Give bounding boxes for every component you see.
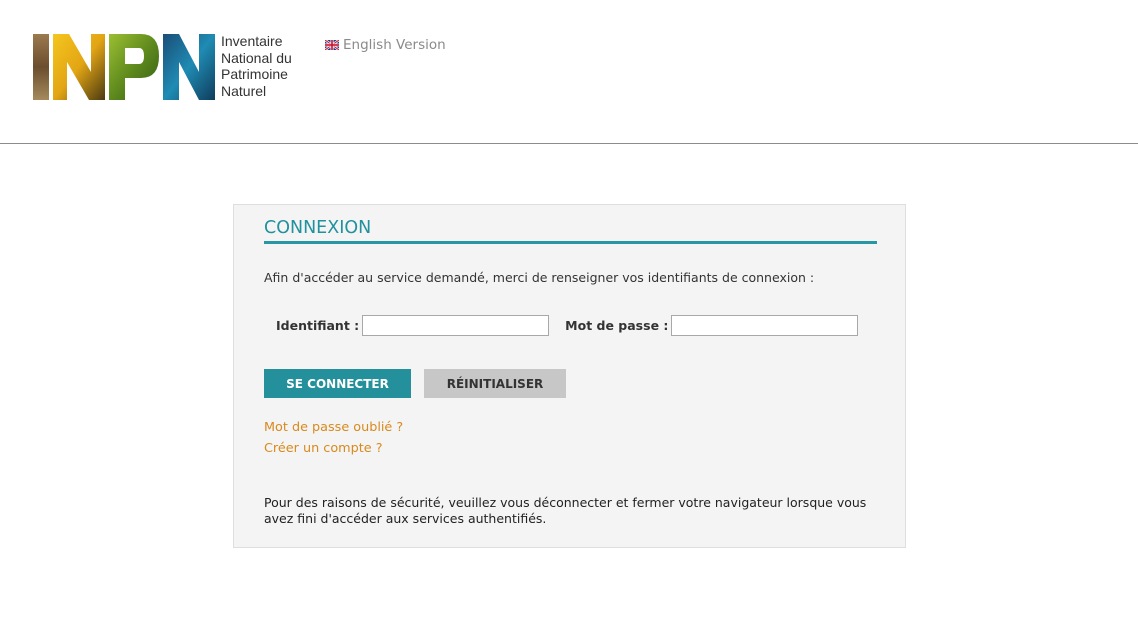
password-label: Mot de passe :	[565, 318, 669, 333]
credentials-row: Identifiant : Mot de passe :	[276, 315, 859, 336]
reset-button[interactable]: RÉINITIALISER	[424, 369, 566, 398]
inpn-logo-letters	[33, 34, 215, 100]
inpn-logo[interactable]: Inventaire National du Patrimoine Nature…	[33, 33, 292, 100]
english-version-link[interactable]: English Version	[325, 37, 446, 53]
logo-line: Inventaire	[221, 33, 283, 49]
logo-text: Inventaire National du Patrimoine Nature…	[221, 33, 292, 99]
create-account-link[interactable]: Créer un compte ?	[264, 441, 382, 456]
forgot-password-link[interactable]: Mot de passe oublié ?	[264, 420, 403, 435]
login-title: CONNEXION	[264, 218, 877, 244]
site-header: Inventaire National du Patrimoine Nature…	[0, 0, 1138, 144]
login-panel: CONNEXION Afin d'accéder au service dema…	[233, 204, 906, 548]
logo-line: Naturel	[221, 82, 267, 99]
logo-line: Patrimoine	[221, 66, 288, 82]
username-label: Identifiant :	[276, 318, 360, 333]
english-version-label: English Version	[343, 37, 446, 53]
logo-line: National du	[221, 49, 292, 66]
password-input[interactable]	[671, 315, 859, 336]
security-note: Pour des raisons de sécurité, veuillez v…	[264, 495, 867, 526]
uk-flag-icon	[325, 40, 339, 50]
login-intro: Afin d'accéder au service demandé, merci…	[264, 270, 815, 285]
connect-button[interactable]: SE CONNECTER	[264, 369, 411, 398]
username-input[interactable]	[362, 315, 550, 336]
